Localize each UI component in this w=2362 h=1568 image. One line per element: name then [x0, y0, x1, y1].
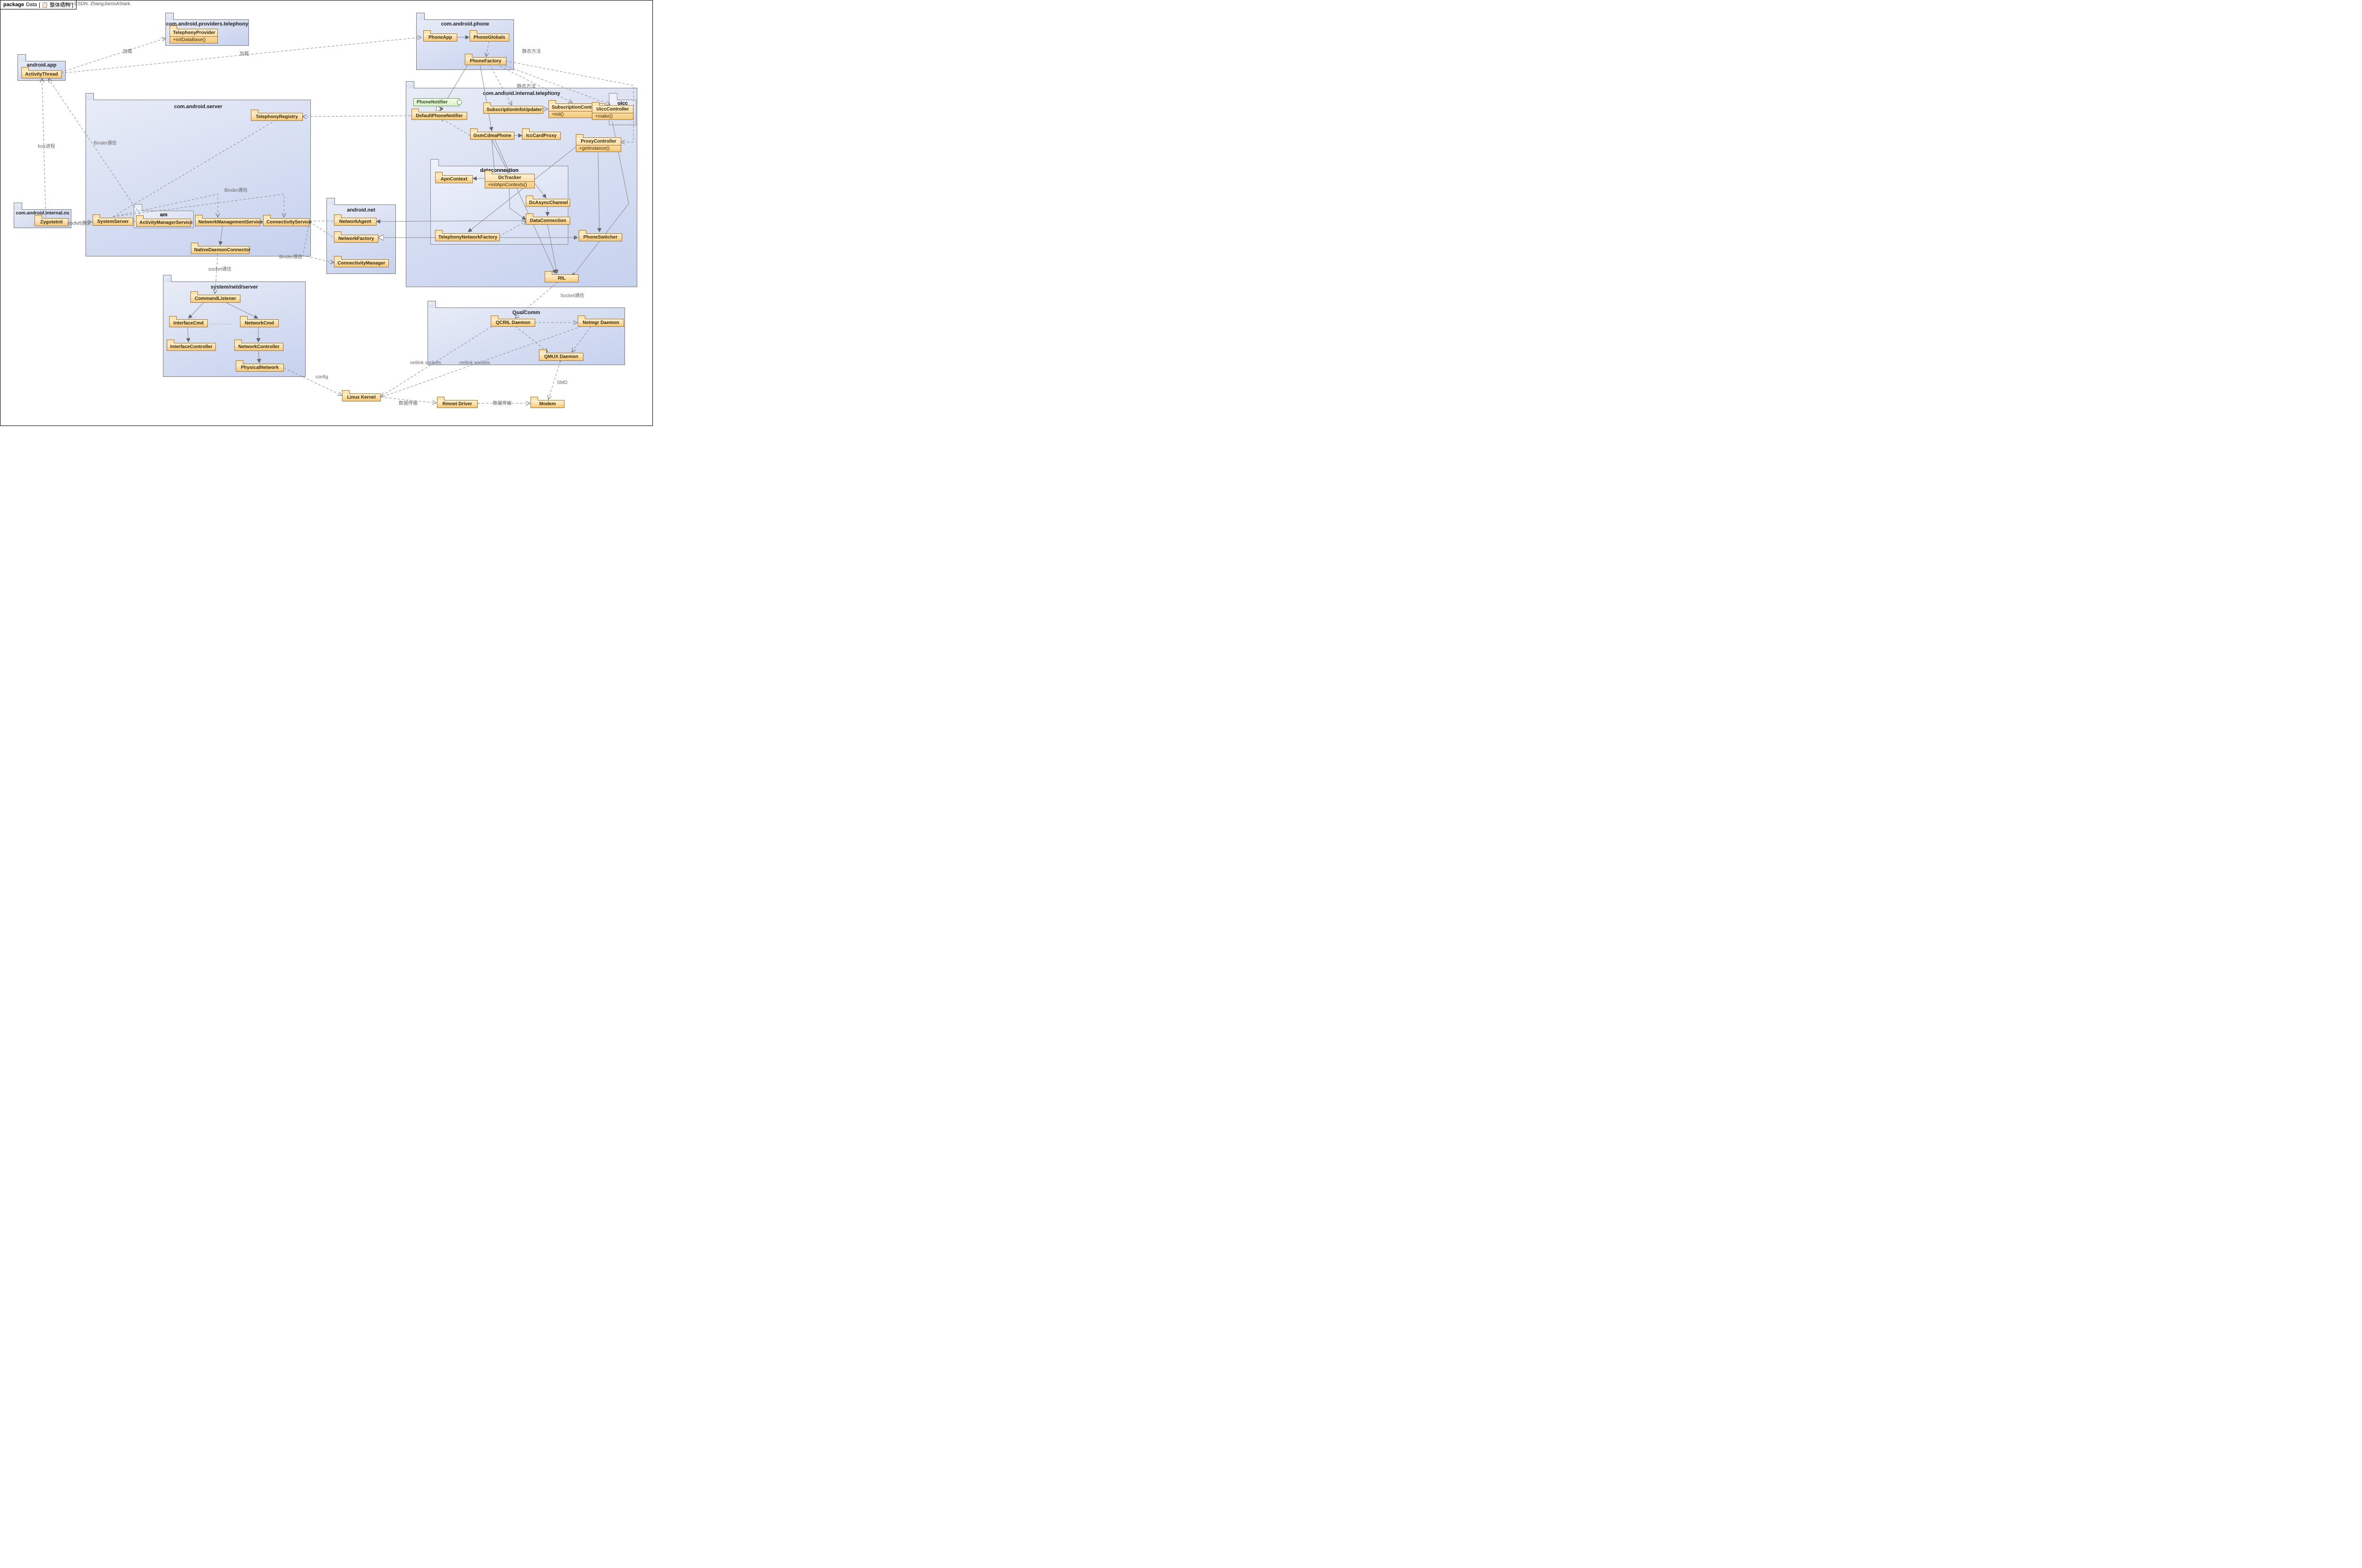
class-rmnet-driver: Rmnet Driver [437, 400, 478, 408]
label-binder1: Binder通信 [94, 139, 117, 146]
label-datax1: 数据传输 [399, 399, 418, 406]
class-default-phone-notifier: DefaultPhoneNotifier [411, 112, 467, 120]
class-telephony-network-factory: TelephonyNetworkFactory [435, 233, 500, 241]
class-system-server: SystemServer [93, 218, 133, 226]
class-interface-controller: InterfaceController [167, 343, 216, 351]
class-zygote-init: ZygoteInit [34, 218, 68, 226]
class-linux-kernel: Linux Kernel [342, 393, 381, 401]
pkg-title: com.android.server [86, 104, 310, 110]
label-binder2: Binder通信 [224, 186, 248, 193]
class-netmgr-daemon: Netmgr Daemon [578, 319, 624, 327]
label-socket2: socket通信 [208, 265, 231, 272]
class-phone-factory: PhoneFactory [465, 57, 506, 65]
label-smd: SMD [557, 380, 567, 385]
lollipop-icon [457, 100, 462, 105]
label-static1: 静态方法 [522, 47, 541, 54]
pkg-title: com.android.internal.os [14, 211, 71, 216]
class-modem: Modem [531, 400, 565, 408]
class-icc-card-proxy: IccCardProxy [522, 132, 561, 140]
ellipsis: .......... [211, 321, 233, 326]
label-binder3: Binder通信 [279, 253, 302, 260]
class-network-mgmt-service: NetworkManagementService [195, 218, 260, 226]
label-load1: 加载 [123, 47, 132, 54]
class-connectivity-service: ConnectivityService [263, 218, 309, 226]
class-uicc-controller: UiccController +make() [592, 105, 633, 120]
label-datax2: 数据传输 [493, 399, 512, 406]
pkg-title: com.android.internal.telephony [406, 91, 637, 96]
class-proxy-controller: ProxyController +getInstance() [576, 137, 621, 152]
class-activity-thread: ActivityThread [21, 70, 62, 78]
class-phone-globals: PhoneGlobals [470, 34, 509, 42]
class-qmux-daemon: QMUX Daemon [539, 353, 583, 361]
pkg-title: system/netd/server [163, 284, 305, 290]
iface-phone-notifier: PhoneNotifier [413, 98, 460, 106]
label-socket1: socket通信 [68, 219, 91, 226]
pkg-com-android-server: com.android.server [86, 100, 311, 256]
class-network-cmd: NetworkCmd [240, 319, 279, 327]
class-telephony-registry: TelephonyRegistry [251, 113, 303, 121]
label-load2: 加载 [240, 50, 249, 57]
class-network-controller: NetworkController [234, 343, 283, 351]
label-static2: 静态方法 [517, 82, 536, 89]
class-phone-switcher: PhoneSwitcher [579, 233, 622, 241]
header-prefix: package [3, 2, 24, 8]
pkg-title: android.net [327, 207, 395, 213]
label-socket3: Socket通信 [560, 291, 584, 298]
class-apn-context: ApnContext [435, 175, 473, 183]
class-interface-cmd: InterfaceCmd [169, 319, 208, 327]
class-native-daemon-connector: NativeDaemonConnector [191, 246, 249, 254]
pkg-title: com.android.phone [417, 21, 513, 27]
class-qcril-daemon: QCRIL Daemon [491, 319, 535, 327]
pkg-qualcomm: QualComm [428, 307, 625, 365]
class-connectivity-manager: ConnectivityManager [334, 259, 389, 267]
label-netlink1: netlink sockets [410, 360, 441, 366]
class-dc-tracker: DcTracker +initApnContexts() [485, 174, 535, 188]
class-network-factory: NetworkFactory [334, 235, 378, 243]
credit-text: From CSDN: ZhangJianIsAStark [62, 1, 130, 7]
label-config: config [316, 375, 328, 380]
class-command-listener: CommandListener [190, 295, 240, 303]
pkg-title: dataconnection [431, 168, 568, 173]
class-network-agent: NetworkAgent [334, 218, 377, 226]
class-phone-app: PhoneApp [423, 34, 457, 42]
class-physical-network: PhysicalNetwork [236, 364, 284, 372]
class-gsmcdma-phone: GsmCdmaPhone [470, 132, 514, 140]
pkg-title: QualComm [428, 310, 625, 315]
label-fork: fork进程 [38, 142, 55, 149]
class-subscription-info-updater: SubscriptionInfoUpdater [483, 106, 543, 114]
class-telephony-provider: TelephonyProvider +initDataBase() [170, 29, 218, 43]
class-activity-manager-service: ActivityManagerService [136, 219, 191, 227]
class-ril: RIL [545, 274, 579, 282]
header-name: Data [26, 2, 37, 8]
class-data-connection: DataConnection [526, 217, 570, 225]
diagram-canvas: package Data [ 📋 整体结构 ] From CSDN: Zhang… [0, 0, 653, 426]
label-netlink2: netlink sockets [459, 360, 490, 366]
class-dc-async-channel: DcAsyncChannel [526, 199, 570, 207]
pkg-title: com.android.providers.telephony [166, 21, 248, 27]
